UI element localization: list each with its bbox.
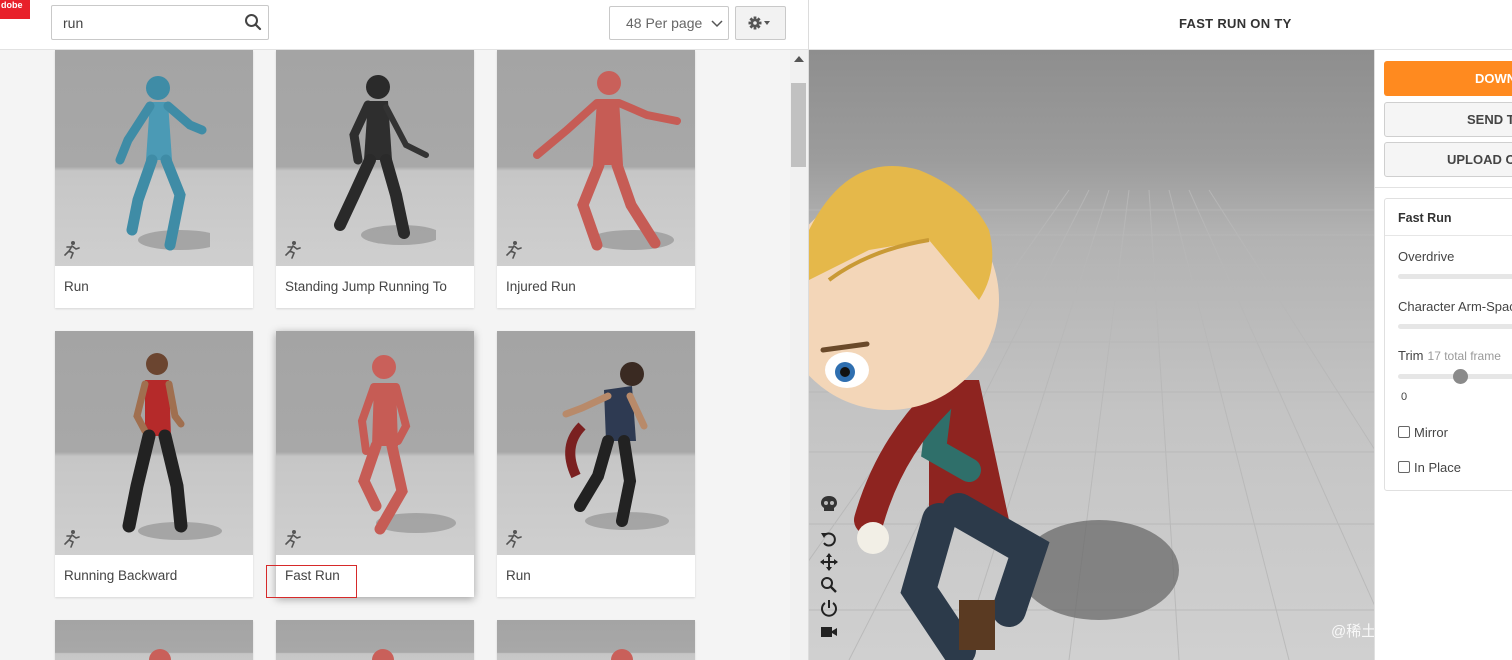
settings-button[interactable] [735,6,786,40]
overdrive-slider[interactable] [1398,274,1512,279]
animation-settings-panel: Fast Run Overdrive Character Arm-Spac Tr… [1384,198,1512,491]
animation-title: Running Backward [64,568,178,583]
preview-title: FAST RUN ON TY [1179,16,1292,31]
character-figure [357,355,456,535]
animation-thumbnail[interactable] [276,620,474,660]
animation-thumbnail[interactable] [276,50,474,266]
send-button[interactable]: SEND T [1384,102,1512,137]
in-place-option[interactable]: In Place [1398,460,1461,475]
search-box[interactable] [51,5,269,40]
trim-frame-count: 17 total frame [1427,349,1501,363]
animation-thumbnail[interactable] [55,331,253,555]
mirror-option[interactable]: Mirror [1398,425,1448,440]
animation-title: Injured Run [506,279,576,294]
animation-thumbnail[interactable] [276,331,474,555]
settings-title-divider [1385,235,1512,236]
running-man-icon [506,530,522,548]
animation-title: Run [64,279,89,294]
character-figure [122,353,222,540]
chevron-down-icon [711,20,723,28]
trim-slider[interactable] [1398,369,1512,384]
scroll-up-arrow-icon[interactable] [794,56,804,62]
character-head [149,649,171,660]
arm-space-slider[interactable] [1398,324,1512,329]
skull-icon[interactable] [820,495,838,513]
animation-card[interactable]: Running Backward [55,331,253,597]
zoom-icon[interactable] [820,576,838,594]
animation-card[interactable] [55,620,253,660]
search-toolbar: dobe 48 Per page [0,0,808,50]
character-figure [115,76,210,251]
download-button[interactable]: DOWN [1384,61,1512,96]
animation-card[interactable]: Run [55,50,253,308]
animation-thumbnail[interactable] [497,50,695,266]
animation-grid: Run Standing Jump Running To Injured Run… [0,50,790,660]
selection-highlight-box [266,565,357,598]
arm-space-label: Character Arm-Spac [1398,299,1512,314]
animation-card[interactable] [276,620,474,660]
animation-thumbnail[interactable] [55,50,253,266]
search-input[interactable] [52,6,232,39]
overdrive-label: Overdrive [1398,249,1455,264]
character-figure [533,71,681,251]
character-figure [334,75,436,245]
animation-title: Standing Jump Running To [285,279,447,294]
running-man-icon [64,241,80,259]
animation-thumbnail[interactable] [497,331,695,555]
character-head [372,649,394,660]
scrollbar-thumb[interactable] [791,83,806,167]
move-icon[interactable] [820,553,838,571]
animation-title: Run [506,568,531,583]
settings-title: Fast Run [1398,211,1452,225]
trim-label: Trim [1398,348,1424,363]
animation-card[interactable]: Injured Run [497,50,695,308]
camera-icon[interactable] [820,623,838,641]
animation-card[interactable] [497,620,695,660]
power-icon[interactable] [820,599,838,617]
animation-card[interactable]: Standing Jump Running To [276,50,474,308]
search-icon[interactable] [244,13,262,31]
mirror-label: Mirror [1414,425,1448,440]
gear-icon [748,16,770,30]
floor-grid [809,166,1374,660]
sidebar-divider [1375,187,1512,188]
running-man-icon [64,530,80,548]
running-man-icon [506,241,522,259]
trim-slider-knob[interactable] [1453,369,1469,384]
watermark-text: @稀土掘金技术社区 [1331,623,1374,640]
animation-card[interactable]: Run [497,331,695,597]
per-page-select[interactable]: 48 Per page [609,6,729,40]
animation-thumbnail[interactable] [55,620,253,660]
character-head [611,649,633,660]
animation-thumbnail[interactable] [497,620,695,660]
3d-viewport[interactable]: @稀土掘金技术社区 [809,50,1374,660]
in-place-label: In Place [1414,460,1461,475]
in-place-checkbox[interactable] [1398,461,1410,473]
character-figure [562,362,669,530]
animation-card-selected[interactable]: Fast Run [276,331,474,597]
settings-sidebar: DOWN SEND T UPLOAD C Fast Run Overdrive … [1374,50,1512,660]
mirror-checkbox[interactable] [1398,426,1410,438]
brand-logo[interactable]: dobe [0,0,30,19]
running-man-icon [285,241,301,259]
upload-button[interactable]: UPLOAD C [1384,142,1512,177]
browse-panel: dobe 48 Per page [0,0,808,660]
preview-header: FAST RUN ON TY [809,0,1512,50]
trim-min-value: 0 [1401,391,1408,403]
per-page-value: 48 Per page [626,15,703,31]
trim-label-row: Trim 17 total frame [1398,348,1501,363]
undo-icon[interactable] [820,530,838,548]
running-man-icon [285,530,301,548]
grid-scrollbar[interactable] [790,50,808,660]
